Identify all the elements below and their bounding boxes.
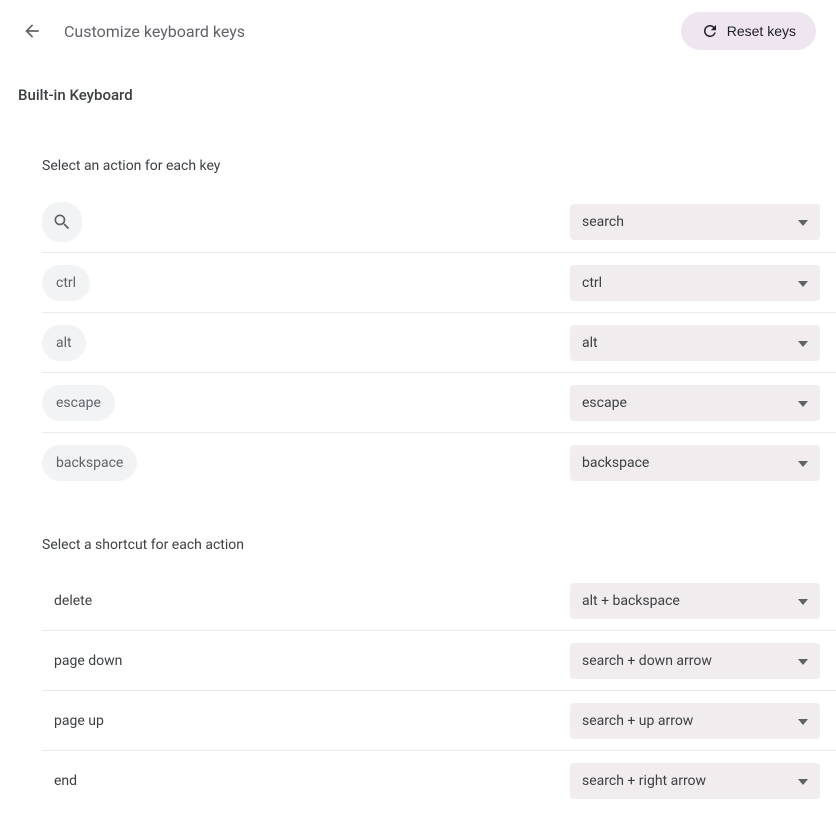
actions-subheader: Select a shortcut for each action bbox=[0, 493, 836, 571]
reset-keys-label: Reset keys bbox=[727, 23, 796, 39]
action-shortcut-dropdown[interactable]: search + down arrow bbox=[570, 643, 820, 679]
chevron-down-icon bbox=[798, 214, 808, 230]
action-label: end bbox=[42, 773, 77, 789]
key-chip: alt bbox=[42, 325, 86, 361]
chevron-down-icon bbox=[798, 395, 808, 411]
key-row: escape escape bbox=[42, 373, 836, 433]
dropdown-value: search + down arrow bbox=[582, 653, 712, 669]
chevron-down-icon bbox=[798, 455, 808, 471]
action-shortcut-dropdown[interactable]: search + up arrow bbox=[570, 703, 820, 739]
reset-keys-button[interactable]: Reset keys bbox=[681, 12, 816, 50]
keys-subheader: Select an action for each key bbox=[0, 114, 836, 192]
chevron-down-icon bbox=[798, 713, 808, 729]
key-action-dropdown[interactable]: ctrl bbox=[570, 265, 820, 301]
action-rows-container: delete alt + backspace page down search + d… bbox=[0, 571, 836, 811]
key-chip: backspace bbox=[42, 445, 137, 481]
action-label: page down bbox=[42, 653, 122, 669]
key-chip: ctrl bbox=[42, 265, 90, 301]
key-chip: escape bbox=[42, 385, 115, 421]
refresh-icon bbox=[701, 22, 719, 40]
chevron-down-icon bbox=[798, 653, 808, 669]
key-row: backspace backspace bbox=[42, 433, 836, 493]
page-title: Customize keyboard keys bbox=[64, 22, 661, 41]
chevron-down-icon bbox=[798, 335, 808, 351]
action-shortcut-dropdown[interactable]: alt + backspace bbox=[570, 583, 820, 619]
key-row: ctrl ctrl bbox=[42, 253, 836, 313]
key-action-dropdown[interactable]: alt bbox=[570, 325, 820, 361]
section-title: Built-in Keyboard bbox=[0, 62, 836, 114]
dropdown-value: backspace bbox=[582, 455, 649, 471]
back-button[interactable] bbox=[20, 19, 44, 43]
action-row: delete alt + backspace bbox=[42, 571, 836, 631]
action-row: page down search + down arrow bbox=[42, 631, 836, 691]
key-row: search bbox=[42, 192, 836, 253]
key-action-dropdown[interactable]: escape bbox=[570, 385, 820, 421]
action-row: page up search + up arrow bbox=[42, 691, 836, 751]
chevron-down-icon bbox=[798, 275, 808, 291]
action-shortcut-dropdown[interactable]: search + right arrow bbox=[570, 763, 820, 799]
key-rows-container: search ctrl ctrl alt alt escape escape backspac… bbox=[0, 192, 836, 493]
arrow-left-icon bbox=[22, 21, 42, 41]
action-label: delete bbox=[42, 593, 92, 609]
key-action-dropdown[interactable]: search bbox=[570, 204, 820, 240]
dropdown-value: search + right arrow bbox=[582, 773, 706, 789]
key-row: alt alt bbox=[42, 313, 836, 373]
key-action-dropdown[interactable]: backspace bbox=[570, 445, 820, 481]
dropdown-value: ctrl bbox=[582, 275, 602, 291]
action-label: page up bbox=[42, 713, 104, 729]
dropdown-value: alt + backspace bbox=[582, 593, 680, 609]
action-row: end search + right arrow bbox=[42, 751, 836, 811]
dropdown-value: search bbox=[582, 214, 624, 230]
search-icon bbox=[42, 202, 82, 242]
dropdown-value: alt bbox=[582, 335, 598, 351]
header: Customize keyboard keys Reset keys bbox=[0, 0, 836, 62]
dropdown-value: escape bbox=[582, 395, 627, 411]
dropdown-value: search + up arrow bbox=[582, 713, 693, 729]
chevron-down-icon bbox=[798, 773, 808, 789]
chevron-down-icon bbox=[798, 593, 808, 609]
